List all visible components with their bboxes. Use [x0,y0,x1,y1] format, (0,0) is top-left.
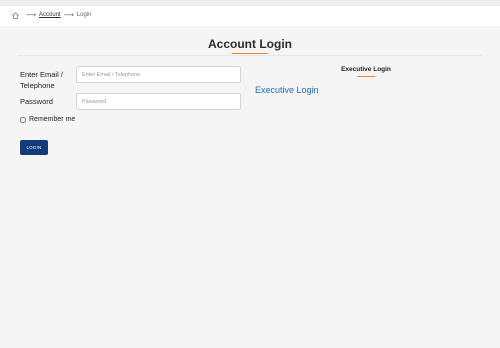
password-field[interactable] [76,93,241,110]
executive-underline [357,76,375,77]
executive-heading: Executive Login [341,66,391,73]
remember-checkbox[interactable] [20,116,26,123]
login-button[interactable]: LOGIN [20,140,48,155]
arrow-right-icon: ⟶ [63,12,74,19]
executive-login-link[interactable]: Executive Login [255,85,319,95]
section-divider [18,55,482,56]
email-field[interactable] [76,66,241,83]
home-icon[interactable] [12,11,19,19]
page-title: Account Login [208,37,292,51]
breadcrumb: ⟶ Account ⟶ Login [12,11,91,19]
email-label: Enter Email / Telephone [20,70,63,90]
remember-me[interactable]: Remember me [20,116,75,123]
breadcrumb-current: Login [76,12,92,18]
breadcrumb-account-link[interactable]: Account [39,12,61,18]
title-underline [232,53,268,54]
password-label: Password [20,97,53,106]
arrow-right-icon: ⟶ [26,12,37,19]
remember-label: Remember me [29,116,76,123]
